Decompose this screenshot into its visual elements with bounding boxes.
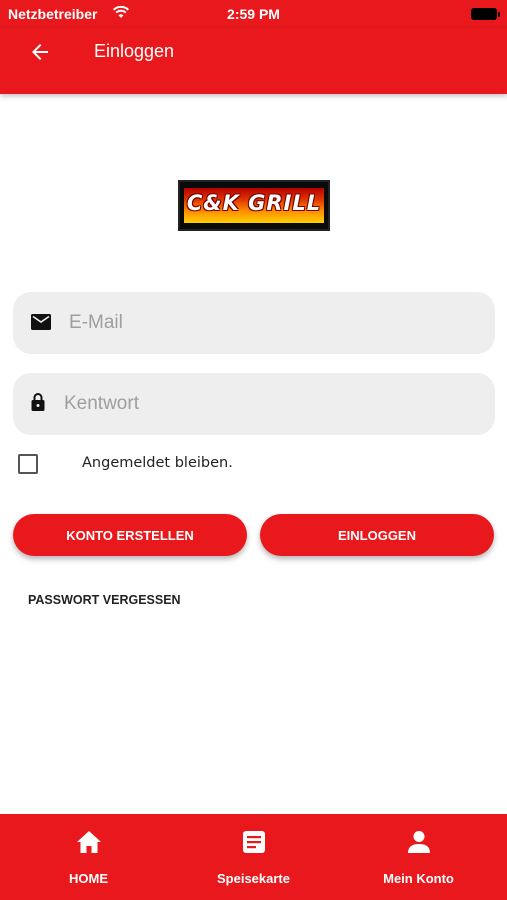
- battery-icon: [471, 8, 500, 20]
- forgot-password-link[interactable]: PASSWORT VERGESSEN: [28, 593, 181, 607]
- back-arrow-icon[interactable]: [28, 40, 52, 64]
- create-account-button[interactable]: KONTO ERSTELLEN: [13, 514, 247, 556]
- remember-me-label: Angemeldet bleiben.: [82, 455, 233, 471]
- home-icon: [4, 830, 173, 856]
- login-button[interactable]: EINLOGGEN: [260, 514, 494, 556]
- email-field[interactable]: [13, 292, 495, 354]
- email-input[interactable]: [69, 292, 479, 354]
- nav-item-mein-konto[interactable]: Mein Konto: [334, 814, 503, 900]
- nav-label-speisekarte: Speisekarte: [217, 871, 290, 886]
- app-bar: Einloggen: [0, 28, 507, 94]
- password-field[interactable]: [13, 373, 495, 435]
- page-title: Einloggen: [94, 41, 175, 61]
- status-bar: Netzbetreiber 2:59 PM: [0, 0, 507, 28]
- nav-item-home[interactable]: HOME: [4, 814, 173, 900]
- nav-label-home: HOME: [69, 871, 108, 886]
- person-icon: [334, 830, 503, 856]
- remember-me-checkbox[interactable]: [18, 454, 38, 474]
- status-time: 2:59 PM: [227, 6, 280, 22]
- nav-label-mein-konto: Mein Konto: [383, 871, 454, 886]
- lock-icon: [31, 392, 45, 417]
- remember-me-row: Angemeldet bleiben.: [18, 454, 318, 476]
- password-input[interactable]: [64, 373, 479, 435]
- restaurant-logo: C&K GRILL: [178, 180, 330, 231]
- bottom-navigation: HOME Speisekarte Mein Konto: [0, 814, 507, 900]
- menu-list-icon: [169, 830, 338, 856]
- mail-icon: [31, 314, 51, 335]
- logo-text: C&K GRILL: [186, 191, 322, 215]
- nav-item-speisekarte[interactable]: Speisekarte: [169, 814, 338, 900]
